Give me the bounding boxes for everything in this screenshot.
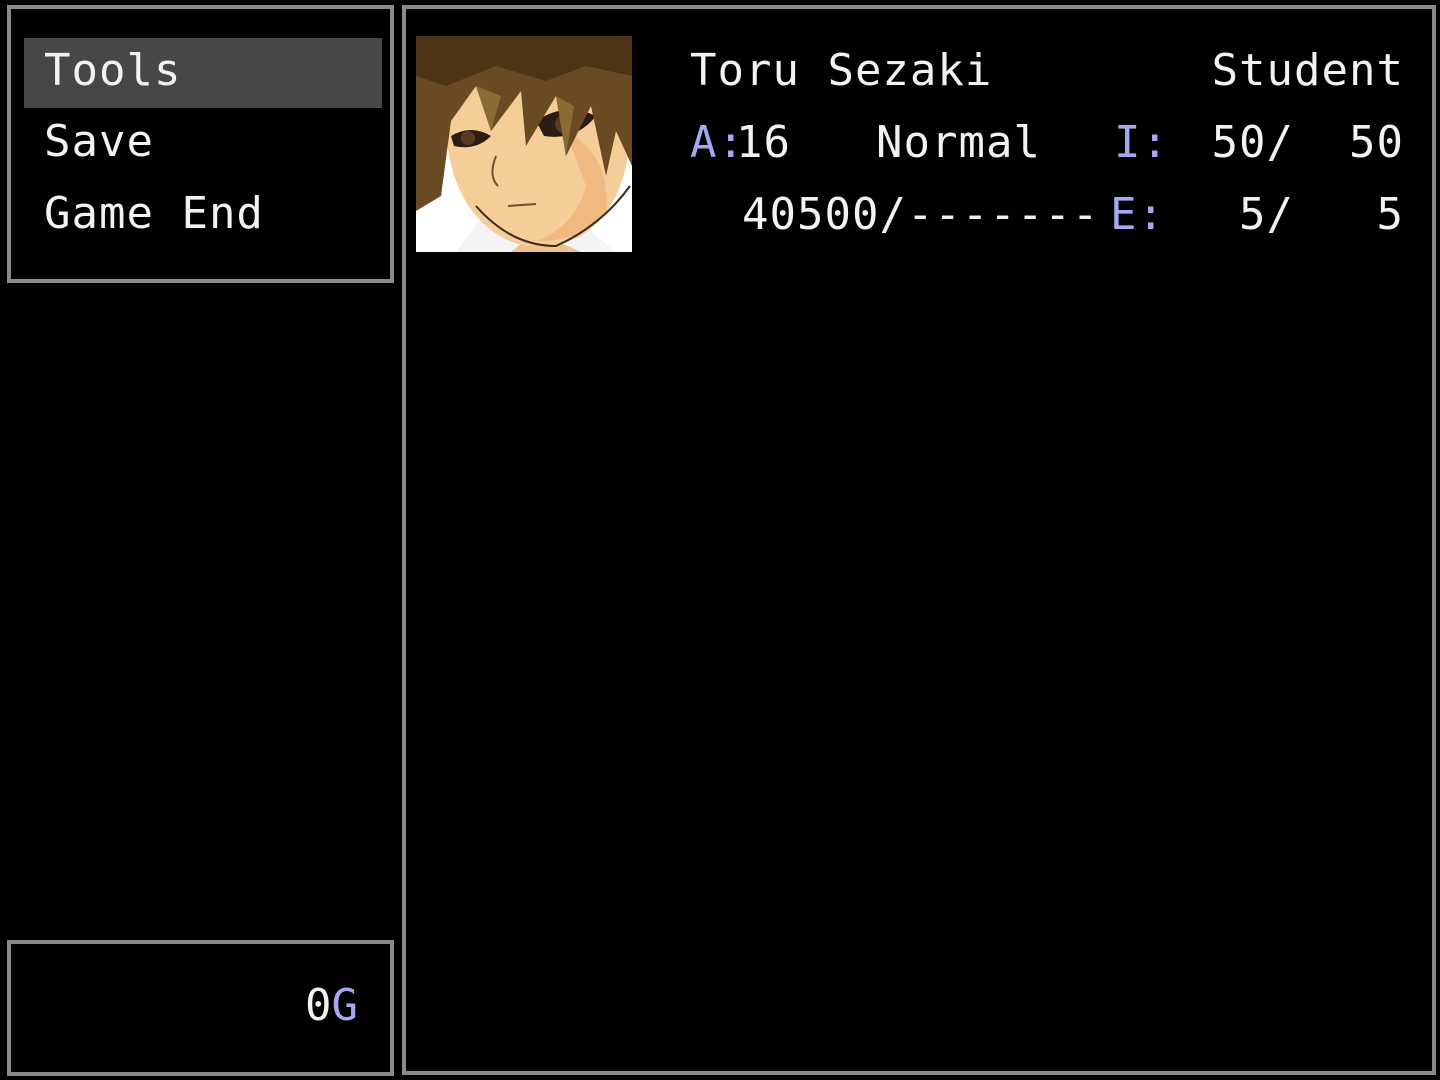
hp-value: 50/ 50	[1211, 117, 1404, 168]
menu-item-game-end[interactable]: Game End	[24, 181, 382, 251]
menu-item-save[interactable]: Save	[24, 109, 382, 179]
command-menu-window: Tools Save Game End	[7, 5, 394, 283]
actor-class: Student	[1211, 45, 1404, 96]
party-status-window: Toru Sezaki Student A: 16 Normal I: 50/ …	[402, 5, 1436, 1075]
portrait-image	[416, 36, 632, 252]
gold-unit: G	[331, 980, 359, 1031]
level-value: 16	[736, 117, 791, 168]
gold-amount: 0	[305, 980, 332, 1031]
actor-name: Toru Sezaki	[690, 45, 993, 96]
actor-portrait[interactable]	[416, 36, 632, 252]
gold-display: 0G	[305, 980, 358, 1032]
hp-label: I:	[1114, 117, 1169, 168]
actor-state: Normal	[876, 117, 1041, 168]
menu-item-tools[interactable]: Tools	[24, 38, 382, 108]
empty-side-area	[3, 283, 398, 939]
exp-value: 40500/-------	[742, 189, 1100, 240]
gold-window: 0G	[7, 940, 394, 1076]
sp-value: 5/ 5	[1239, 189, 1404, 240]
sp-label: E:	[1110, 189, 1165, 240]
